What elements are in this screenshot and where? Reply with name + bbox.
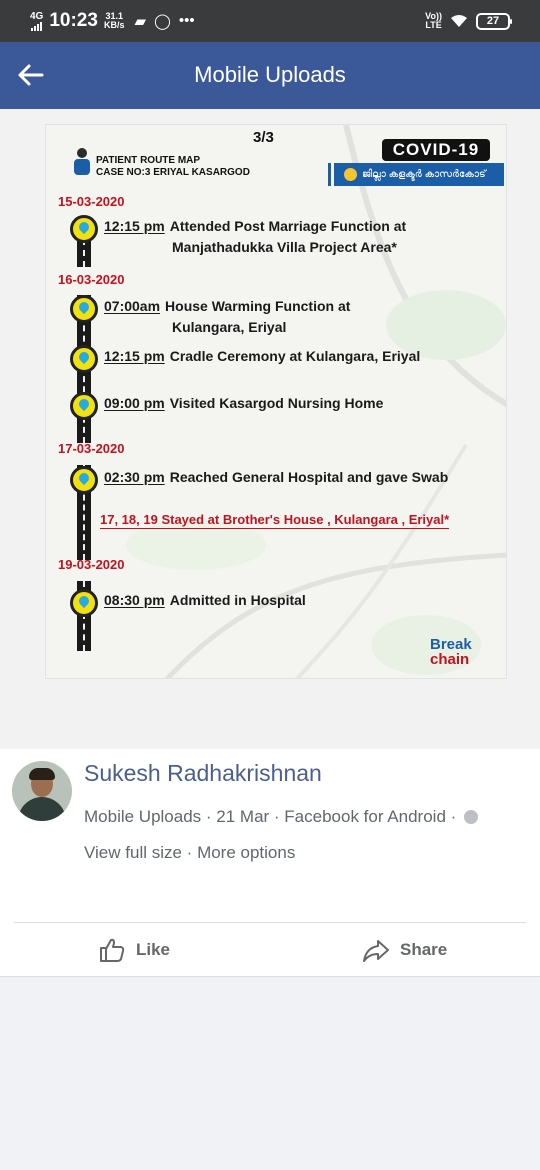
event-text: House Warming Function at (165, 298, 351, 314)
more-options-link[interactable]: More options (197, 843, 295, 862)
event-text-line-2: Kulangara, Eriyal (172, 319, 287, 335)
globe-icon (464, 810, 479, 824)
avatar-body (18, 797, 66, 821)
location-pin-icon (70, 392, 98, 420)
page-bottom (0, 977, 540, 1170)
network-type: 4G (30, 10, 44, 22)
avatar[interactable] (12, 761, 72, 821)
wifi-icon (451, 15, 467, 27)
avatar-hair (29, 768, 55, 780)
date-label: 17-03-2020 (58, 441, 125, 456)
page-indicator: 3/3 (253, 129, 274, 146)
route-title-line-1: PATIENT ROUTE MAP (96, 155, 201, 166)
location-pin-icon (70, 345, 98, 373)
app-bar: Mobile Uploads (0, 42, 540, 109)
emblem-icon (344, 168, 357, 181)
link-separator: · (181, 843, 198, 862)
divider (14, 922, 526, 923)
page-title: Mobile Uploads (194, 62, 346, 87)
timeline-event: 07:00am House Warming Function at Kulanga… (104, 296, 350, 338)
event-text: Reached General Hospital and gave Swab (169, 469, 449, 485)
game-icon: ▰ (134, 13, 147, 30)
like-button[interactable]: Like (98, 935, 170, 965)
post-meta: Mobile Uploads · 21 Mar · Facebook for A… (84, 807, 479, 827)
stay-note: 17, 18, 19 Stayed at Brother's House , K… (100, 512, 450, 529)
location-pin-icon (70, 295, 98, 323)
more-icon: ••• (178, 12, 195, 29)
clock: 10:23 (49, 10, 98, 31)
event-text: Cradle Ceremony at Kulangara, Eriyal (169, 348, 421, 364)
location-pin-icon (70, 589, 98, 617)
photo-viewer: 3/3 PATIENT ROUTE MAP CASE NO:3 ERIYAL K… (0, 109, 540, 749)
view-full-size-link[interactable]: View full size (84, 843, 182, 862)
volte-bottom: LTE (425, 20, 442, 30)
author-name[interactable]: Sukesh Radhakrishnan (84, 760, 322, 787)
timeline-event: 08:30 pm Admitted in Hospital (104, 590, 306, 611)
event-text: Admitted in Hospital (169, 592, 306, 608)
timeline-event: 12:15 pm Attended Post Marriage Function … (104, 216, 406, 258)
break-chain-line-1: Break (430, 636, 472, 653)
route-title-line-2: CASE NO:3 ERIYAL KASARGOD (96, 167, 250, 178)
whatsapp-icon: ◯ (154, 13, 171, 30)
event-time: 12:15 pm (104, 218, 165, 234)
photo-image[interactable]: 3/3 PATIENT ROUTE MAP CASE NO:3 ERIYAL K… (45, 124, 507, 679)
timeline-event: 12:15 pm Cradle Ceremony at Kulangara, Er… (104, 346, 420, 367)
share-button[interactable]: Share (362, 935, 447, 965)
event-time: 07:00am (104, 298, 161, 314)
event-time: 02:30 pm (104, 469, 165, 485)
event-time: 08:30 pm (104, 592, 165, 608)
location-pin-icon (70, 466, 98, 494)
post-meta-text: Mobile Uploads · 21 Mar · Facebook for A… (84, 807, 457, 826)
timeline-event: 02:30 pm Reached General Hospital and gav… (104, 467, 448, 488)
network-speed: 31.1 KB/s (104, 12, 125, 30)
break-chain-line-2: chain (430, 651, 470, 668)
share-icon (363, 940, 389, 962)
date-label: 16-03-2020 (58, 272, 125, 287)
date-label: 15-03-2020 (58, 194, 125, 209)
volte-indicator: Vo)) LTE (425, 12, 442, 30)
break-the-chain-logo: Break chain (430, 637, 472, 667)
event-text: Attended Post Marriage Function at (169, 218, 407, 234)
event-time: 09:00 pm (104, 395, 165, 411)
event-time: 12:15 pm (104, 348, 165, 364)
status-bar: 4G 10:23 31.1 KB/s ▰ ◯ ••• Vo)) LTE 27 (0, 0, 540, 42)
collector-label: ജില്ലാ കളക്ടർ കാസർകോട് (362, 169, 486, 180)
signal-bars-icon (31, 21, 43, 31)
timeline-event: 09:00 pm Visited Kasargod Nursing Home (104, 393, 383, 414)
post-details: Sukesh Radhakrishnan Mobile Uploads · 21… (0, 749, 540, 977)
location-pin-icon (70, 215, 98, 243)
thumbs-up-icon (100, 938, 125, 962)
collector-banner: ജില്ലാ കളക്ടർ കാസർകോട് (328, 163, 504, 186)
event-text: Visited Kasargod Nursing Home (169, 395, 384, 411)
date-label: 19-03-2020 (58, 557, 125, 572)
speed-unit: KB/s (103, 20, 125, 30)
signal-indicator: 4G (30, 10, 44, 31)
person-icon (74, 148, 90, 175)
event-text-line-2: Manjathadukka Villa Project Area* (172, 239, 397, 255)
photo-links: View full size · More options (84, 843, 295, 863)
battery-icon: 27 (476, 12, 512, 30)
covid-badge: COVID-19 (382, 139, 490, 161)
battery-level: 27 (486, 15, 500, 27)
share-label: Share (400, 940, 448, 959)
route-map-title: PATIENT ROUTE MAP CASE NO:3 ERIYAL KASAR… (96, 155, 250, 179)
like-label: Like (136, 940, 171, 959)
